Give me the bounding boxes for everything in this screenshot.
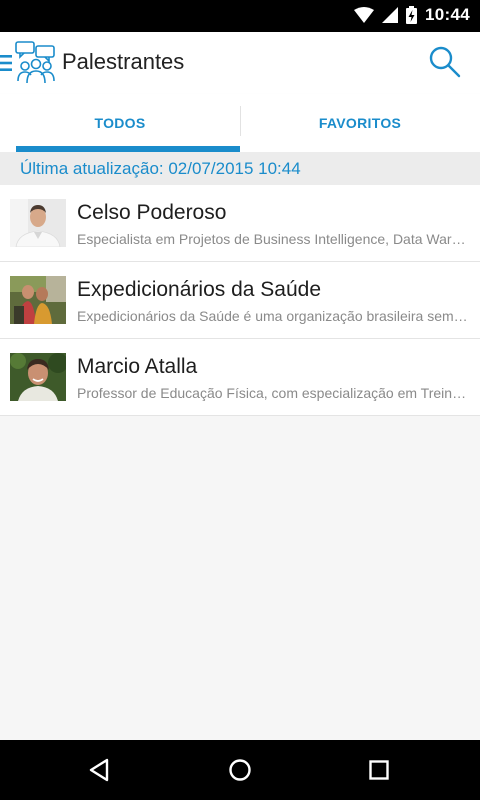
avatar (10, 353, 66, 401)
wifi-icon (354, 7, 375, 23)
signal-icon (382, 7, 399, 23)
speaker-name: Marcio Atalla (77, 355, 198, 378)
navigation-bar (0, 740, 480, 800)
recents-button[interactable] (362, 754, 396, 786)
speaker-description: Expedicionários da Saúde é uma organizaç… (77, 308, 469, 324)
list-item[interactable]: Marcio Atalla Professor de Educação Físi… (0, 339, 480, 416)
status-icons: 10:44 (354, 5, 470, 25)
speakers-logo-icon[interactable] (14, 41, 58, 85)
speakers-list: Celso Poderoso Especialista em Projetos … (0, 185, 480, 416)
status-bar: 10:44 (0, 0, 480, 32)
recents-icon (369, 760, 389, 780)
page-title: Palestrantes (62, 49, 185, 74)
app-bar: Palestrantes (0, 32, 480, 94)
home-icon (229, 759, 251, 781)
back-icon (89, 758, 109, 782)
menu-icon[interactable] (0, 54, 12, 72)
search-icon[interactable] (426, 44, 464, 82)
avatar (10, 199, 66, 247)
tab-bar: TODOS FAVORITOS (0, 94, 480, 152)
speaker-name: Expedicionários da Saúde (77, 278, 322, 301)
avatar (10, 276, 66, 324)
list-item[interactable]: Celso Poderoso Especialista em Projetos … (0, 185, 480, 262)
battery-charging-icon (406, 6, 418, 24)
list-item[interactable]: Expedicionários da Saúde Expedicionários… (0, 262, 480, 339)
speaker-description: Professor de Educação Física, com especi… (77, 385, 469, 401)
home-button[interactable] (223, 754, 257, 786)
tab-favoritos[interactable]: FAVORITOS (240, 94, 480, 152)
speaker-description: Especialista em Projetos de Business Int… (77, 231, 469, 247)
tab-todos[interactable]: TODOS (0, 94, 240, 152)
speaker-name: Celso Poderoso (77, 201, 227, 224)
status-time: 10:44 (425, 5, 470, 24)
last-update-text: Última atualização: 02/07/2015 10:44 (20, 159, 301, 178)
last-update-bar: Última atualização: 02/07/2015 10:44 (0, 152, 480, 185)
back-button[interactable] (82, 754, 116, 786)
